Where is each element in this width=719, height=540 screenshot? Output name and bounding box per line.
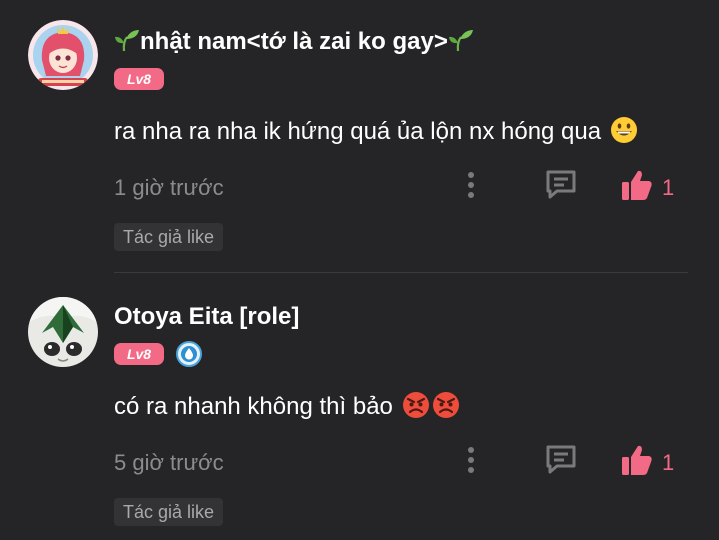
- timestamp: 1 giờ trước: [114, 175, 224, 200]
- comment-text-content: có ra nhanh không thì bảo: [114, 393, 393, 420]
- role-badge-icon: [176, 341, 202, 367]
- level-badge: Lv8: [114, 343, 164, 365]
- more-vertical-icon[interactable]: [464, 171, 478, 199]
- author-like-tag: Tác giả like: [114, 223, 224, 251]
- comment-text: ra nha ra nha ik hứng quá ủa lộn nx hóng…: [114, 116, 638, 146]
- reply-comment-icon[interactable]: [544, 443, 578, 475]
- more-vertical-icon[interactable]: [464, 446, 478, 474]
- comment-text: có ra nhanh không thì bảo: [114, 391, 460, 421]
- reply-comment-icon[interactable]: [544, 168, 578, 200]
- sprout-icon: [448, 30, 473, 52]
- angry-face-emoji-icon: [402, 392, 429, 418]
- like-count: 1: [662, 450, 675, 475]
- angry-face-emoji-icon: [432, 392, 459, 418]
- username[interactable]: nhật nam<tớ là zai ko gay>: [114, 28, 474, 56]
- username-text[interactable]: nhật nam<tớ là zai ko gay>: [140, 28, 448, 55]
- avatar[interactable]: [28, 297, 98, 367]
- avatar[interactable]: [28, 20, 98, 90]
- level-badge: Lv8: [114, 68, 164, 90]
- sprout-icon: [115, 30, 139, 52]
- grinning-face-emoji-icon: [610, 117, 637, 143]
- author-like-tag: Tác giả like: [114, 498, 224, 526]
- timestamp: 5 giờ trước: [114, 450, 224, 475]
- thumbs-up-icon[interactable]: [620, 443, 654, 477]
- like-count: 1: [662, 175, 675, 200]
- comment-item: nhật nam<tớ là zai ko gay> Lv8 ra nha ra…: [0, 0, 719, 272]
- comment-text-content: ra nha ra nha ik hứng quá ủa lộn nx hóng…: [114, 118, 602, 145]
- thumbs-up-icon[interactable]: [620, 168, 654, 202]
- comment-item: Otoya Eita [role] Lv8 có ra nhanh không …: [0, 273, 719, 540]
- username[interactable]: Otoya Eita [role]: [114, 303, 299, 331]
